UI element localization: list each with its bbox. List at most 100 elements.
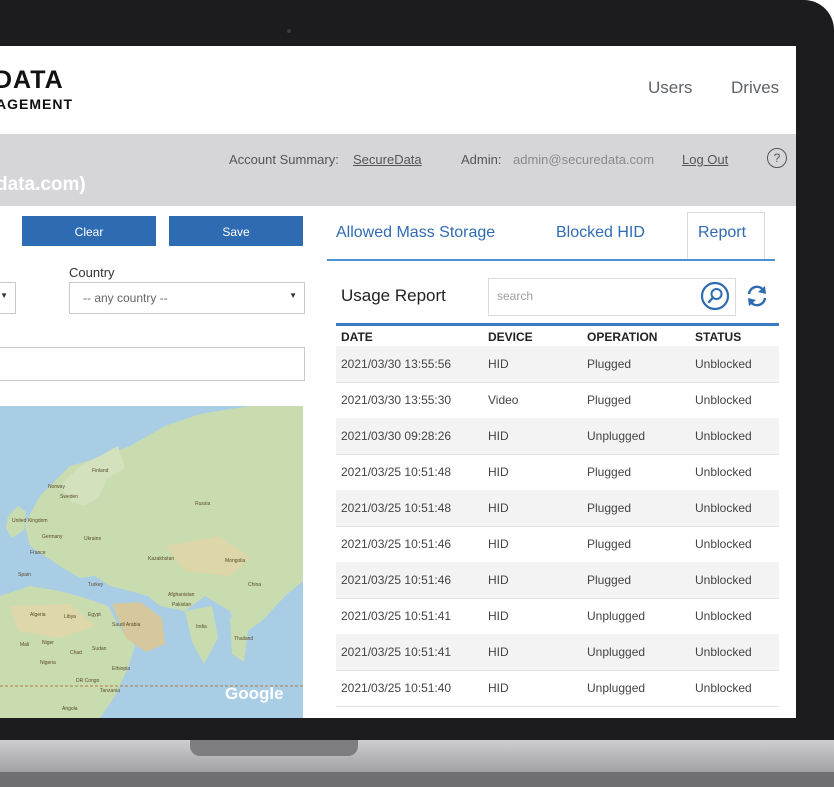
map-label: Mali [20, 642, 30, 648]
column-header-device[interactable]: DEVICE [488, 330, 533, 344]
table-row[interactable]: 2021/03/25 10:51:41 HID Unplugged Unbloc… [336, 634, 779, 671]
cell-status: Unblocked [695, 465, 752, 479]
map-label: Germany [42, 534, 63, 540]
logo-line-2: AGEMENT [0, 96, 73, 112]
logo-line-1: DATA [0, 66, 64, 94]
map-label: Kazakhstan [148, 556, 175, 562]
app-screen: DATA AGEMENT Users Drives Account Summar… [0, 46, 796, 718]
filter-select[interactable]: ▼ [0, 282, 16, 314]
world-map[interactable]: Finland Norway Sweden Russia United King… [0, 406, 303, 718]
tab-blocked-hid[interactable]: Blocked HID [556, 224, 645, 242]
logout-link[interactable]: Log Out [682, 152, 728, 167]
country-label: Country [69, 265, 115, 280]
map-label: Libya [64, 614, 76, 620]
cell-operation: Plugged [587, 501, 632, 515]
laptop-hinge-notch [190, 740, 358, 756]
cell-status: Unblocked [695, 429, 752, 443]
save-button[interactable]: Save [169, 216, 303, 246]
nav-drives-link[interactable]: Drives [731, 78, 779, 98]
cell-device: HID [488, 537, 509, 551]
tab-allowed-mass-storage[interactable]: Allowed Mass Storage [336, 224, 495, 242]
table-row[interactable]: 2021/03/25 10:51:48 HID Plugged Unblocke… [336, 454, 779, 491]
table-row[interactable]: 2021/03/25 10:51:46 HID Plugged Unblocke… [336, 526, 779, 563]
table-header-rule [336, 323, 779, 326]
map-label: Nigeria [40, 660, 56, 666]
map-label: Algeria [30, 612, 46, 618]
main-content: Clear Save Country ▼ -- any country -- ▼ [0, 206, 796, 718]
table-row[interactable]: 2021/03/25 10:51:40 HID Unplugged Unbloc… [336, 670, 779, 707]
cell-operation: Plugged [587, 357, 632, 371]
table-row[interactable]: 2021/03/25 10:51:48 HID Plugged Unblocke… [336, 490, 779, 527]
cell-device: HID [488, 357, 509, 371]
table-row[interactable]: 2021/03/30 13:55:56 HID Plugged Unblocke… [336, 346, 779, 383]
account-summary-label: Account Summary: [229, 152, 339, 167]
cell-status: Unblocked [695, 537, 752, 551]
map-label: Spain [18, 572, 31, 578]
map-label: Pakistan [172, 602, 192, 608]
map-label: Turkey [88, 582, 104, 588]
cell-operation: Unplugged [587, 681, 646, 695]
cell-status: Unblocked [695, 681, 752, 695]
table-row[interactable]: 2021/03/30 13:55:30 Video Plugged Unbloc… [336, 382, 779, 419]
cell-device: HID [488, 681, 509, 695]
cell-date: 2021/03/25 10:51:41 [341, 645, 452, 659]
filter-input[interactable] [0, 347, 305, 381]
admin-label: Admin: [461, 152, 502, 167]
cell-date: 2021/03/25 10:51:48 [341, 501, 452, 515]
admin-email: admin@securedata.com [513, 152, 655, 167]
table-row[interactable]: 2021/03/25 10:51:46 HID Plugged Unblocke… [336, 562, 779, 599]
cell-status: Unblocked [695, 645, 752, 659]
map-label: Niger [42, 640, 54, 646]
google-attribution-logo: Google [225, 684, 284, 703]
cell-date: 2021/03/25 10:51:48 [341, 465, 452, 479]
map-label: France [30, 550, 46, 556]
cell-status: Unblocked [695, 501, 752, 515]
map-label: Ukraine [84, 536, 102, 542]
cell-operation: Unplugged [587, 609, 646, 623]
usage-report-title: Usage Report [341, 286, 446, 305]
tab-report[interactable]: Report [698, 224, 746, 242]
map-label: Tanzania [100, 688, 121, 694]
help-icon[interactable]: ? [767, 148, 787, 168]
cell-date: 2021/03/30 09:28:26 [341, 429, 452, 443]
cell-device: HID [488, 645, 509, 659]
chevron-down-icon: ▼ [289, 291, 297, 300]
cell-operation: Plugged [587, 573, 632, 587]
column-header-operation[interactable]: OPERATION [587, 330, 657, 344]
search-icon[interactable] [700, 281, 730, 311]
chevron-down-icon: ▼ [0, 291, 8, 300]
map-label: Egypt [88, 612, 101, 618]
map-label: Saudi Arabia [112, 622, 141, 628]
cell-operation: Plugged [587, 537, 632, 551]
cell-date: 2021/03/30 13:55:30 [341, 393, 452, 407]
nav-users-link[interactable]: Users [648, 78, 692, 98]
cell-device: HID [488, 429, 509, 443]
cell-status: Unblocked [695, 393, 752, 407]
table-row[interactable]: 2021/03/25 10:51:41 HID Unplugged Unbloc… [336, 598, 779, 635]
search-placeholder: search [497, 289, 534, 303]
map-label: Sudan [92, 646, 107, 652]
cell-date: 2021/03/25 10:51:46 [341, 573, 452, 587]
camera-dot [287, 29, 291, 33]
map-label: Finland [92, 468, 109, 474]
cell-status: Unblocked [695, 609, 752, 623]
map-label: Chad [70, 650, 82, 656]
map-label: India [196, 624, 207, 630]
cell-device: HID [488, 609, 509, 623]
map-label: Thailand [234, 636, 254, 642]
map-label: China [248, 582, 262, 588]
map-label: Angola [62, 706, 78, 712]
top-header: DATA AGEMENT Users Drives [0, 46, 796, 134]
cell-date: 2021/03/25 10:51:41 [341, 609, 452, 623]
refresh-icon[interactable] [743, 282, 771, 310]
clear-button[interactable]: Clear [22, 216, 156, 246]
map-label: Mongolia [225, 558, 246, 564]
map-label: Afghanistan [168, 592, 195, 598]
column-header-date[interactable]: DATE [341, 330, 373, 344]
account-summary-link[interactable]: SecureData [353, 152, 422, 167]
cell-date: 2021/03/25 10:51:40 [341, 681, 452, 695]
column-header-status[interactable]: STATUS [695, 330, 741, 344]
map-label: Ethiopia [112, 666, 131, 672]
country-select[interactable]: -- any country -- ▼ [69, 282, 305, 314]
table-row[interactable]: 2021/03/30 09:28:26 HID Unplugged Unbloc… [336, 418, 779, 455]
